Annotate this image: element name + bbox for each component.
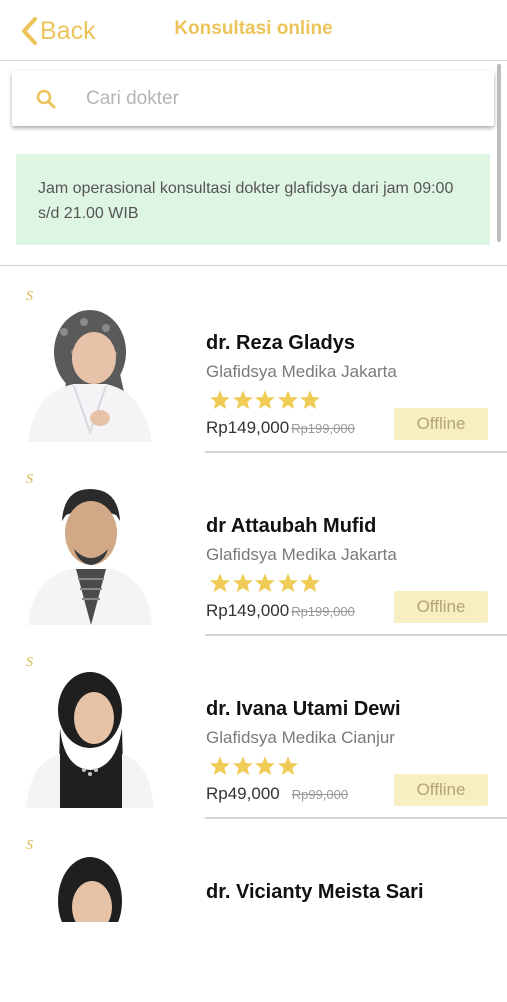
doctor-card[interactable]: S dr. Vicianty Meista Sari bbox=[0, 819, 507, 1002]
rating-stars bbox=[209, 389, 322, 411]
divider bbox=[0, 265, 507, 266]
rating-stars bbox=[209, 572, 322, 594]
star-icon bbox=[210, 756, 230, 775]
doctor-card[interactable]: S dr Attaubah Mufid Glafidsya Medika Jak… bbox=[0, 453, 507, 636]
clinic-name: Glafidsya Medika Cianjur bbox=[206, 728, 395, 747]
star-icon bbox=[300, 390, 320, 409]
doctor-name: dr Attaubah Mufid bbox=[206, 515, 377, 537]
star-icon bbox=[255, 756, 275, 775]
star-icon bbox=[277, 756, 298, 775]
doctor-card[interactable]: S dr. Reza Gladys Glafidsya Medika Jakar… bbox=[0, 270, 507, 453]
original-price: Rp199,000 bbox=[291, 421, 355, 436]
original-price: Rp99,000 bbox=[291, 787, 349, 802]
star-icon bbox=[232, 756, 253, 775]
doctor-card[interactable]: S dr. Ivana Utami Dewi Glafidsya Medika … bbox=[0, 636, 507, 819]
star-icon bbox=[210, 390, 230, 409]
doctor-photo bbox=[24, 658, 156, 808]
current-price: Rp49,000 bbox=[206, 784, 280, 803]
doctor-photo bbox=[24, 292, 156, 442]
star-icon bbox=[232, 573, 253, 592]
search-input[interactable] bbox=[84, 86, 448, 111]
doctor-name: dr. Reza Gladys bbox=[206, 332, 355, 354]
star-icon bbox=[300, 573, 320, 592]
current-price: Rp149,000 bbox=[206, 601, 290, 620]
star-icon bbox=[210, 573, 230, 592]
original-price: Rp199,000 bbox=[291, 604, 355, 619]
star-icon bbox=[277, 573, 298, 592]
star-icon bbox=[277, 390, 298, 409]
search-icon bbox=[36, 89, 56, 108]
status-badge[interactable]: Offline bbox=[394, 774, 488, 806]
doctor-name: dr. Vicianty Meista Sari bbox=[206, 881, 424, 903]
star-icon bbox=[255, 573, 275, 592]
app-header: Back Konsultasi online bbox=[0, 0, 507, 61]
operating-hours-notice: Jam operasional konsultasi dokter glafid… bbox=[16, 154, 490, 245]
status-badge[interactable]: Offline bbox=[394, 408, 488, 440]
price: Rp149,000 Rp199,000 bbox=[206, 418, 355, 438]
star-icon bbox=[232, 390, 253, 409]
clinic-name: Glafidsya Medika Jakarta bbox=[206, 545, 397, 564]
scrollbar[interactable] bbox=[497, 64, 501, 242]
star-icon bbox=[255, 390, 275, 409]
price: Rp49,000 Rp99,000 bbox=[206, 784, 348, 804]
page-title: Konsultasi online bbox=[174, 18, 333, 39]
price: Rp149,000 Rp199,000 bbox=[206, 601, 355, 621]
rating-stars bbox=[209, 755, 299, 777]
current-price: Rp149,000 bbox=[206, 418, 290, 437]
clinic-name: Glafidsya Medika Jakarta bbox=[206, 362, 397, 381]
status-badge[interactable]: Offline bbox=[394, 591, 488, 623]
search-bar[interactable] bbox=[12, 71, 494, 126]
doctor-name: dr. Ivana Utami Dewi bbox=[206, 698, 401, 720]
doctor-photo bbox=[24, 475, 156, 625]
doctor-photo bbox=[24, 841, 156, 922]
